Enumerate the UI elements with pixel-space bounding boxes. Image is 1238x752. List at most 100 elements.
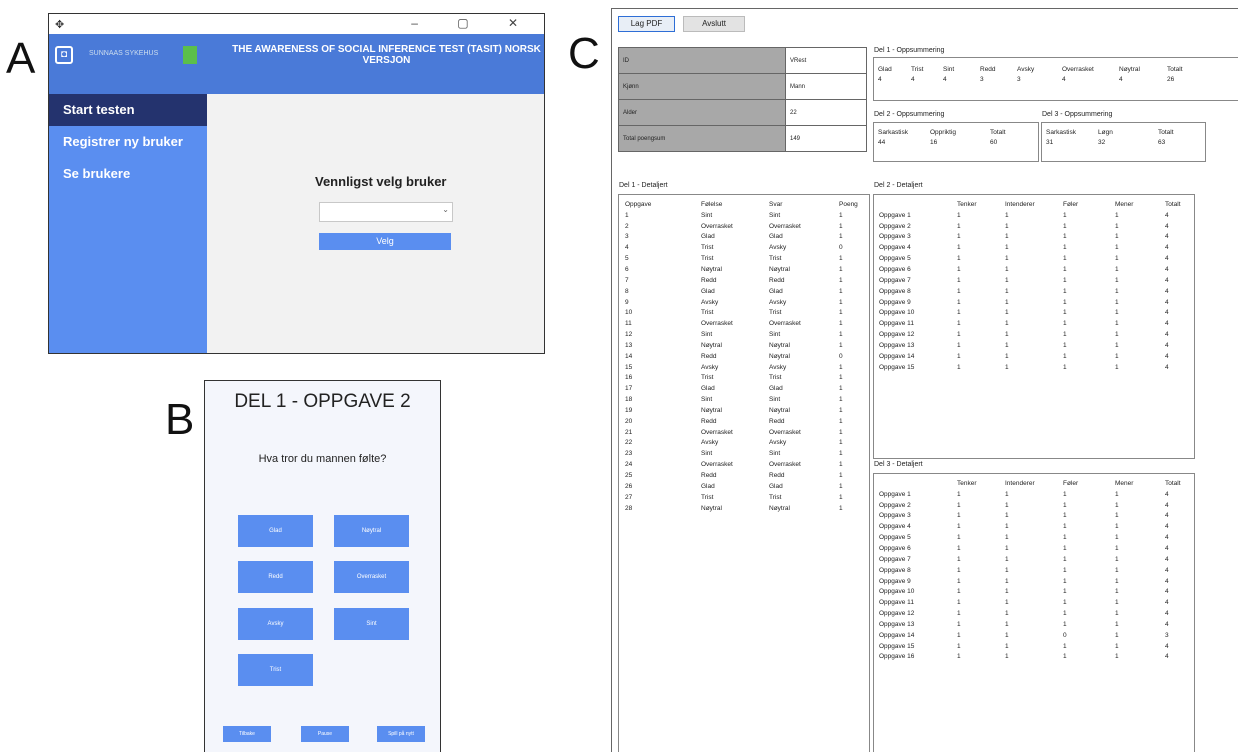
cell: 31: [1046, 138, 1054, 146]
table-cell: 1: [957, 244, 961, 252]
table-cell: 1: [839, 363, 843, 371]
table-cell: 13: [625, 341, 633, 349]
table-cell: 11: [625, 320, 632, 328]
table-cell: 24: [625, 461, 633, 469]
table-row: 17 Glad Glad 1: [622, 383, 861, 394]
table-cell: 28: [625, 504, 633, 512]
table-cell: Oppgave 7: [879, 555, 911, 563]
choose-button[interactable]: Velg: [319, 233, 451, 250]
col-header: Totalt: [1165, 479, 1181, 487]
table-cell: 4: [1165, 352, 1169, 360]
table-cell: 1: [1115, 298, 1119, 306]
table-cell: Oppgave 2: [879, 222, 911, 230]
make-pdf-button[interactable]: Lag PDF: [618, 16, 675, 32]
del1-header-row: Oppgave Følelse Svar Poeng: [622, 199, 861, 210]
table-cell: 1: [1115, 276, 1119, 284]
del3-detail-box[interactable]: Tenker Intenderer Føler Mener Totalt Opp…: [873, 473, 1195, 752]
table-cell: 1: [1005, 610, 1009, 618]
answer-button-sint[interactable]: Sint: [334, 608, 409, 640]
table-cell: Oppgave 2: [879, 501, 911, 509]
table-cell: 1: [1063, 211, 1067, 219]
del3-header-row: Tenker Intenderer Føler Mener Totalt: [876, 478, 1184, 489]
del1-detail-box[interactable]: Oppgave Følelse Svar Poeng 1 Sint Sint 1 2 Ov…: [618, 194, 870, 752]
table-cell: 1: [1115, 341, 1119, 349]
col-header: Mener: [1115, 200, 1134, 208]
table-cell: 1: [839, 428, 843, 436]
answer-button-overrasket[interactable]: Overrasket: [334, 561, 409, 593]
table-cell: 7: [625, 276, 629, 284]
table-row: Oppgave 9 1 1 1 1 4: [876, 576, 1184, 587]
answer-button-trist[interactable]: Trist: [238, 654, 313, 686]
table-cell: 1: [839, 396, 843, 404]
info-key: Kjønn: [618, 73, 786, 100]
quit-button[interactable]: Avslutt: [683, 16, 745, 32]
table-cell: 1: [957, 534, 961, 542]
sidebar-item-start-test[interactable]: Start testen: [49, 94, 207, 126]
table-cell: 1: [1005, 653, 1009, 661]
table-cell: 21: [625, 428, 633, 436]
user-select[interactable]: ⌄: [319, 202, 453, 222]
table-cell: 25: [625, 472, 633, 480]
table-cell: 1: [1005, 265, 1009, 273]
sidebar-item-register-user[interactable]: Registrer ny bruker: [49, 126, 207, 158]
del2-summary-table: Sarkastisk Oppriktig Totalt 44 16 60: [876, 127, 1008, 147]
table-cell: Trist: [769, 374, 782, 382]
sidebar-item-see-users[interactable]: Se brukere: [49, 158, 207, 190]
table-cell: 27: [625, 493, 633, 501]
cell: 16: [930, 138, 938, 146]
table-row: Oppgave 14 1 1 1 1 4: [876, 351, 1184, 362]
table-cell: Oppgave 10: [879, 588, 915, 596]
table-row: 8 Glad Glad 1: [622, 286, 861, 297]
table-row: Oppgave 13 1 1 1 1 4: [876, 340, 1184, 351]
table-cell: 1: [1115, 631, 1119, 639]
answer-button-redd[interactable]: Redd: [238, 561, 313, 593]
table-cell: 1: [839, 374, 843, 382]
table-cell: 26: [625, 482, 633, 490]
answer-button-glad[interactable]: Glad: [238, 515, 313, 547]
table-row: 22 Avsky Avsky 1: [622, 438, 861, 449]
pause-button[interactable]: Pause: [301, 726, 349, 742]
table-row: Oppgave 9 1 1 1 1 4: [876, 297, 1184, 308]
table-cell: 1: [1005, 255, 1009, 263]
window-controls[interactable]: – ▢ ✕: [411, 16, 536, 30]
table-cell: Oppgave 12: [879, 610, 915, 618]
table-cell: 1: [1005, 642, 1009, 650]
table-cell: Oppgave 5: [879, 255, 911, 263]
table-cell: 1: [957, 642, 961, 650]
table-cell: Redd: [701, 352, 717, 360]
table-row: 11 Overrasket Overrasket 1: [622, 318, 861, 329]
table-cell: 1: [1063, 555, 1067, 563]
table-cell: 4: [1165, 523, 1169, 531]
table-cell: 1: [1115, 287, 1119, 295]
table-cell: 0: [839, 244, 843, 252]
table-cell: 12: [625, 331, 633, 339]
del2-detail-box[interactable]: Tenker Intenderer Føler Mener Totalt Opp…: [873, 194, 1195, 459]
table-cell: 1: [1005, 544, 1009, 552]
table-cell: 20: [625, 417, 633, 425]
cell: 3: [1017, 75, 1021, 83]
table-cell: Glad: [769, 233, 783, 241]
del1-summary-value-row: 4 4 4 3 3 4 4 26: [876, 74, 1185, 84]
table-cell: 2: [625, 222, 629, 230]
answer-button-noytral[interactable]: Nøytral: [334, 515, 409, 547]
answer-button-avsky[interactable]: Avsky: [238, 608, 313, 640]
table-cell: 1: [1005, 298, 1009, 306]
del1-summary-header-row: Glad Trist Sint Redd Avsky Overrasket Nø…: [876, 64, 1185, 74]
table-cell: 1: [957, 610, 961, 618]
table-cell: 1: [1115, 501, 1119, 509]
table-cell: Nøytral: [769, 406, 790, 414]
table-row: 26 Glad Glad 1: [622, 481, 861, 492]
table-cell: 4: [1165, 363, 1169, 371]
table-cell: 22: [625, 439, 633, 447]
table-cell: Oppgave 14: [879, 631, 915, 639]
table-cell: 1: [1005, 276, 1009, 284]
table-cell: 1: [1063, 599, 1067, 607]
col-header: Overrasket: [1062, 65, 1094, 73]
col-header: Glad: [878, 65, 892, 73]
table-row: Oppgave 8 1 1 1 1 4: [876, 286, 1184, 297]
table-cell: 14: [625, 352, 633, 360]
replay-button[interactable]: Spill på nytt: [377, 726, 425, 742]
table-cell: Overrasket: [701, 461, 733, 469]
table-cell: 1: [1005, 233, 1009, 241]
back-button[interactable]: Tilbake: [223, 726, 271, 742]
